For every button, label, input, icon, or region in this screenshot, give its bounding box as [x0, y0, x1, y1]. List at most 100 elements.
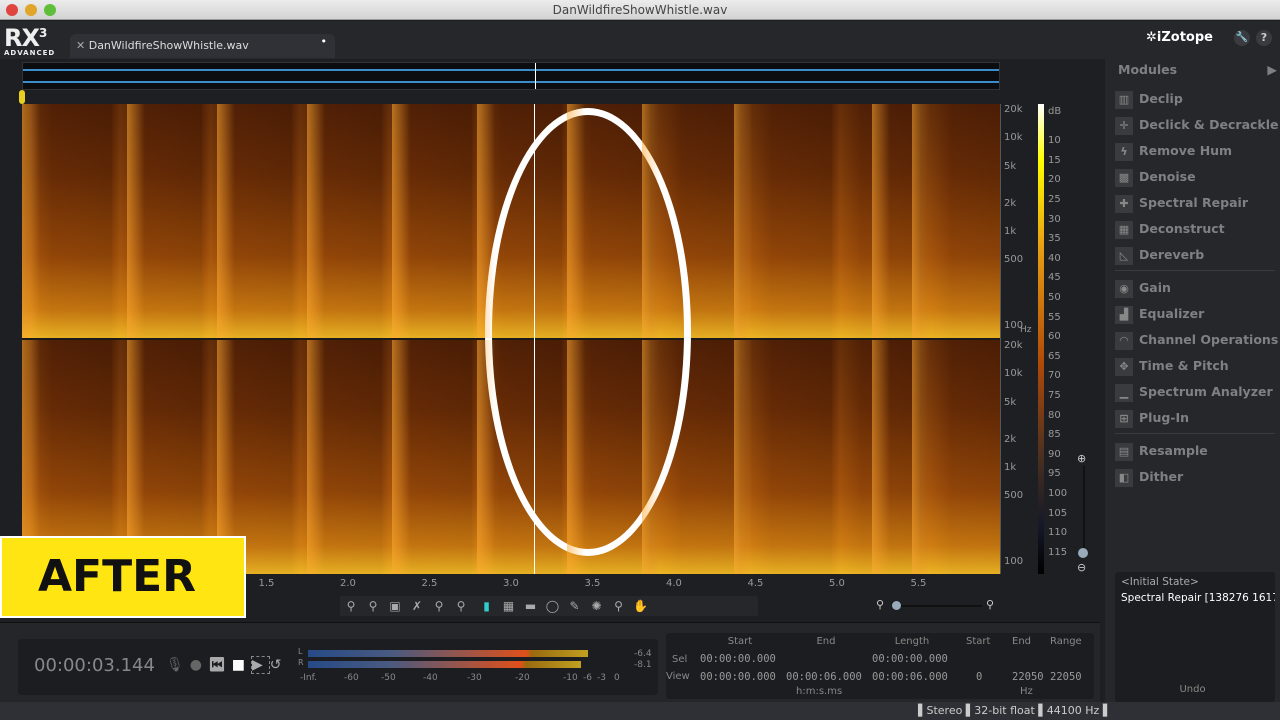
sel-length-field[interactable]: 00:00:00.000 [872, 653, 948, 665]
module-plug-in[interactable]: ⊞ Plug-In [1115, 405, 1280, 431]
undo-label: Undo [1179, 684, 1206, 695]
spectrogram[interactable] [22, 104, 1000, 574]
box-select-tool-icon[interactable]: ▦ [500, 598, 518, 614]
meter-scale-label: -20 [515, 673, 530, 683]
spectral-onset [477, 104, 495, 338]
module-remove-hum[interactable]: ϟ Remove Hum [1115, 138, 1280, 164]
waveform-overview[interactable] [22, 62, 1000, 90]
color-zoom-slider[interactable] [1083, 466, 1085, 556]
view-start-field[interactable]: 00:00:00.000 [700, 671, 776, 683]
status-bar: ▌Stereo ▌32-bit float ▌44100 Hz ▌ [0, 702, 1280, 720]
meter-scale-label: -30 [467, 673, 482, 683]
module-channel-operations[interactable]: ◠ Channel Operations [1115, 327, 1280, 353]
module-dither[interactable]: ◧ Dither [1115, 464, 1280, 490]
module-declip[interactable]: ▥ Declip [1115, 86, 1280, 112]
help-icon[interactable]: ? [1256, 30, 1272, 46]
zoom-in-time-icon[interactable]: ⚲ [342, 598, 360, 614]
lasso-tool-icon[interactable]: ◯ [544, 598, 562, 614]
spectral-onset [392, 340, 410, 574]
file-tab[interactable]: ✕ DanWildfireShowWhistle.wav • [70, 34, 335, 58]
module-spectrum-analyzer[interactable]: ▁ Spectrum Analyzer [1115, 379, 1280, 405]
undo-item[interactable]: <Initial State> [1115, 572, 1275, 592]
izotope-logo: ✲iZotope [1146, 30, 1213, 45]
stop-icon[interactable]: ■ [232, 657, 251, 673]
module-label: Time & Pitch [1139, 358, 1229, 373]
module-label: Dither [1139, 469, 1184, 484]
undo-item[interactable]: Spectral Repair [138276 1617 [1115, 592, 1275, 604]
close-tab-icon[interactable]: ✕ [76, 39, 89, 52]
db-label: 35 [1048, 233, 1061, 245]
db-label: 80 [1048, 409, 1061, 421]
spectral-onset [872, 104, 890, 338]
time-label: 4.0 [666, 578, 682, 589]
zoom-selection-icon[interactable]: ▣ [386, 598, 404, 614]
module-resample[interactable]: ▤ Resample [1115, 438, 1280, 464]
db-label: 75 [1048, 390, 1061, 401]
zoom-tool-icon[interactable]: ⚲ [610, 598, 628, 614]
freq-label: 1k [1004, 462, 1017, 474]
module-label: Equalizer [1139, 306, 1205, 321]
spectral-onset [392, 104, 410, 338]
freq-header: End [1012, 636, 1032, 647]
time-select-tool-icon[interactable]: ▮ [478, 598, 496, 614]
playhead-handle[interactable] [19, 90, 25, 104]
color-zoom-thumb[interactable] [1078, 548, 1088, 558]
view-freq-range-field[interactable]: 22050 [1050, 671, 1082, 683]
db-label: 115 [1048, 546, 1068, 558]
horizontal-zoom-thumb[interactable] [892, 601, 901, 610]
meter-scale-label: 0 [614, 673, 620, 683]
modules-header[interactable]: Modules ▶ [1117, 62, 1277, 77]
zoom-reset-icon[interactable]: ✗ [408, 598, 426, 614]
freq-label: 100 [1004, 556, 1024, 567]
module-label: Denoise [1139, 169, 1196, 184]
horizontal-zoom-slider[interactable] [898, 605, 982, 607]
close-window-button[interactable] [6, 4, 18, 16]
settings-wrench-icon[interactable]: 🔧 [1234, 30, 1250, 46]
module-declick-decrackle[interactable]: ✛ Declick & Decrackle [1115, 112, 1280, 138]
zoom-freq-in-icon[interactable]: ⚲ [430, 598, 448, 614]
module-label: Remove Hum [1139, 143, 1233, 158]
brush-tool-icon[interactable]: ✎ [566, 598, 584, 614]
view-end-field[interactable]: 00:00:06.000 [786, 671, 862, 683]
spectral-onset [307, 340, 325, 574]
zoom-in-icon[interactable]: ⊕ [1077, 452, 1086, 465]
meter-scale-label: -10 [563, 673, 578, 683]
zoom-in-horizontal-icon[interactable]: ⚲ [986, 598, 994, 611]
play-icon[interactable]: ▶ [251, 656, 270, 674]
freq-label: 500 [1004, 254, 1024, 266]
magic-wand-icon[interactable]: ✺ [588, 598, 606, 614]
module-denoise[interactable]: ▩ Denoise [1115, 164, 1280, 190]
module-equalizer[interactable]: ▟ Equalizer [1115, 301, 1280, 327]
zoom-out-time-icon[interactable]: ⚲ [364, 598, 382, 614]
channels-status: Stereo [926, 704, 963, 717]
sample-rate-status: 44100 Hz [1046, 704, 1100, 717]
skip-to-start-icon[interactable]: ⏮ [208, 657, 232, 673]
freq-label: 1k [1004, 226, 1017, 238]
module-time-pitch[interactable]: ✥ Time & Pitch [1115, 353, 1280, 379]
zoom-window-button[interactable] [44, 4, 56, 16]
module-gain[interactable]: ◉ Gain [1115, 275, 1280, 301]
meter-right [308, 661, 581, 668]
hand-tool-icon[interactable]: ✋ [632, 598, 650, 614]
zoom-out-horizontal-icon[interactable]: ⚲ [876, 598, 884, 611]
module-spectral-repair[interactable]: ✚ Spectral Repair [1115, 190, 1280, 216]
zoom-out-icon[interactable]: ⊖ [1077, 561, 1086, 574]
db-colorbar [1038, 104, 1044, 574]
module-label: Declick & Decrackle [1139, 117, 1279, 132]
view-freq-start-field[interactable]: 0 [976, 671, 982, 683]
minimize-window-button[interactable] [25, 4, 37, 16]
record-mic-icon[interactable]: 🎙 [166, 657, 190, 673]
view-freq-end-field[interactable]: 22050 [1012, 671, 1044, 683]
module-deconstruct[interactable]: ▦ Deconstruct [1115, 216, 1280, 242]
loop-icon[interactable]: ↺ [270, 657, 288, 673]
module-label: Plug-In [1139, 410, 1190, 425]
module-dereverb[interactable]: ◺ Dereverb [1115, 242, 1280, 268]
zoom-freq-out-icon[interactable]: ⚲ [452, 598, 470, 614]
sel-start-field[interactable]: 00:00:00.000 [700, 653, 776, 665]
record-icon[interactable]: ● [190, 657, 208, 673]
tab-label: DanWildfireShowWhistle.wav [88, 39, 249, 52]
freq-select-tool-icon[interactable]: ▬ [522, 598, 540, 614]
spectral-onset [734, 104, 752, 338]
freq-header: Start [966, 636, 991, 647]
view-length-field[interactable]: 00:00:06.000 [872, 671, 948, 683]
